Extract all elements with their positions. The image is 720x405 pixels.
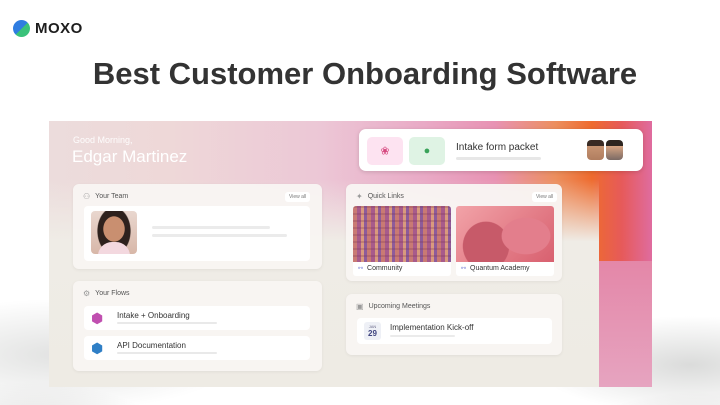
- quick-link-academy[interactable]: ⚯ Quantum Academy: [456, 206, 554, 276]
- quick-link-text: Community: [367, 265, 403, 272]
- app-screenshot: Good Morning, Edgar Martinez ❀ ● Intake …: [49, 121, 652, 387]
- view-all-button[interactable]: View all: [532, 192, 558, 202]
- flow-item[interactable]: ⬢ Intake + Onboarding: [84, 306, 310, 330]
- panel-header: ⚇ Your Team: [83, 192, 128, 201]
- flows-icon: ⚙: [83, 289, 91, 298]
- calendar-date-icon: JAN 29: [364, 322, 381, 340]
- hexagon-icon: ⬢: [91, 340, 104, 356]
- logo-text: MOXO: [35, 20, 83, 37]
- text-placeholder: [152, 226, 270, 229]
- quick-link-label: ⚯ Community: [358, 265, 402, 272]
- panel-title: Your Team: [95, 193, 129, 200]
- quick-links-panel: ✦ Quick Links View all ⚯ Community ⚯ Qua…: [346, 184, 562, 281]
- check-icon-box: ●: [409, 137, 445, 165]
- moxo-logo-icon: [13, 20, 30, 37]
- panel-header: ✦ Quick Links: [356, 192, 404, 201]
- moxo-logo[interactable]: MOXO: [13, 20, 83, 37]
- progress-line: [117, 322, 217, 324]
- academy-thumbnail: [456, 206, 554, 262]
- text-placeholder: [390, 335, 455, 337]
- flow-item[interactable]: ⬢ API Documentation: [84, 336, 310, 360]
- video-camera-icon: ▣: [356, 302, 364, 311]
- panel-title: Quick Links: [367, 193, 404, 200]
- panel-title: Upcoming Meetings: [368, 303, 431, 310]
- quick-link-community[interactable]: ⚯ Community: [353, 206, 451, 276]
- avatar: [587, 140, 604, 160]
- view-all-button[interactable]: View all: [285, 192, 311, 202]
- award-icon: ❀: [380, 145, 390, 158]
- hexagon-icon: ⬢: [91, 310, 104, 326]
- user-name: Edgar Martinez: [72, 147, 188, 166]
- progress-line: [117, 352, 217, 354]
- check-circle-icon: ●: [423, 145, 431, 157]
- upcoming-meetings-panel: ▣ Upcoming Meetings JAN 29 Implementatio…: [346, 294, 562, 355]
- your-flows-panel: ⚙ Your Flows ⬢ Intake + Onboarding ⬢ API…: [73, 281, 322, 371]
- intake-progress-line: [456, 157, 541, 160]
- award-icon-box: ❀: [367, 137, 403, 165]
- your-team-panel: ⚇ Your Team View all: [73, 184, 322, 269]
- quick-links-icon: ✦: [356, 192, 363, 201]
- greeting-text: Good Morning,: [73, 135, 133, 145]
- gradient-strip: [599, 261, 652, 387]
- link-icon: ⚯: [461, 266, 467, 272]
- avatar: [91, 211, 137, 254]
- intake-title: Intake form packet: [456, 142, 539, 153]
- avatar: [606, 140, 623, 160]
- link-icon: ⚯: [358, 266, 364, 272]
- meeting-label: Implementation Kick-off: [390, 323, 474, 332]
- community-thumbnail: [353, 206, 451, 262]
- intake-form-card[interactable]: ❀ ● Intake form packet: [359, 129, 643, 171]
- team-icon: ⚇: [83, 192, 91, 201]
- panel-header: ⚙ Your Flows: [83, 289, 130, 298]
- quick-link-label: ⚯ Quantum Academy: [461, 265, 530, 272]
- participant-avatars: [587, 140, 623, 160]
- panel-header: ▣ Upcoming Meetings: [356, 302, 430, 311]
- meeting-day: 29: [368, 329, 377, 338]
- flow-label: Intake + Onboarding: [117, 311, 190, 320]
- meeting-item[interactable]: JAN 29 Implementation Kick-off: [357, 318, 552, 344]
- text-placeholder: [152, 234, 287, 237]
- quick-link-text: Quantum Academy: [470, 265, 530, 272]
- team-member-card[interactable]: [84, 206, 310, 261]
- page-title: Best Customer Onboarding Software: [92, 56, 638, 91]
- panel-title: Your Flows: [95, 290, 130, 297]
- flow-label: API Documentation: [117, 341, 186, 350]
